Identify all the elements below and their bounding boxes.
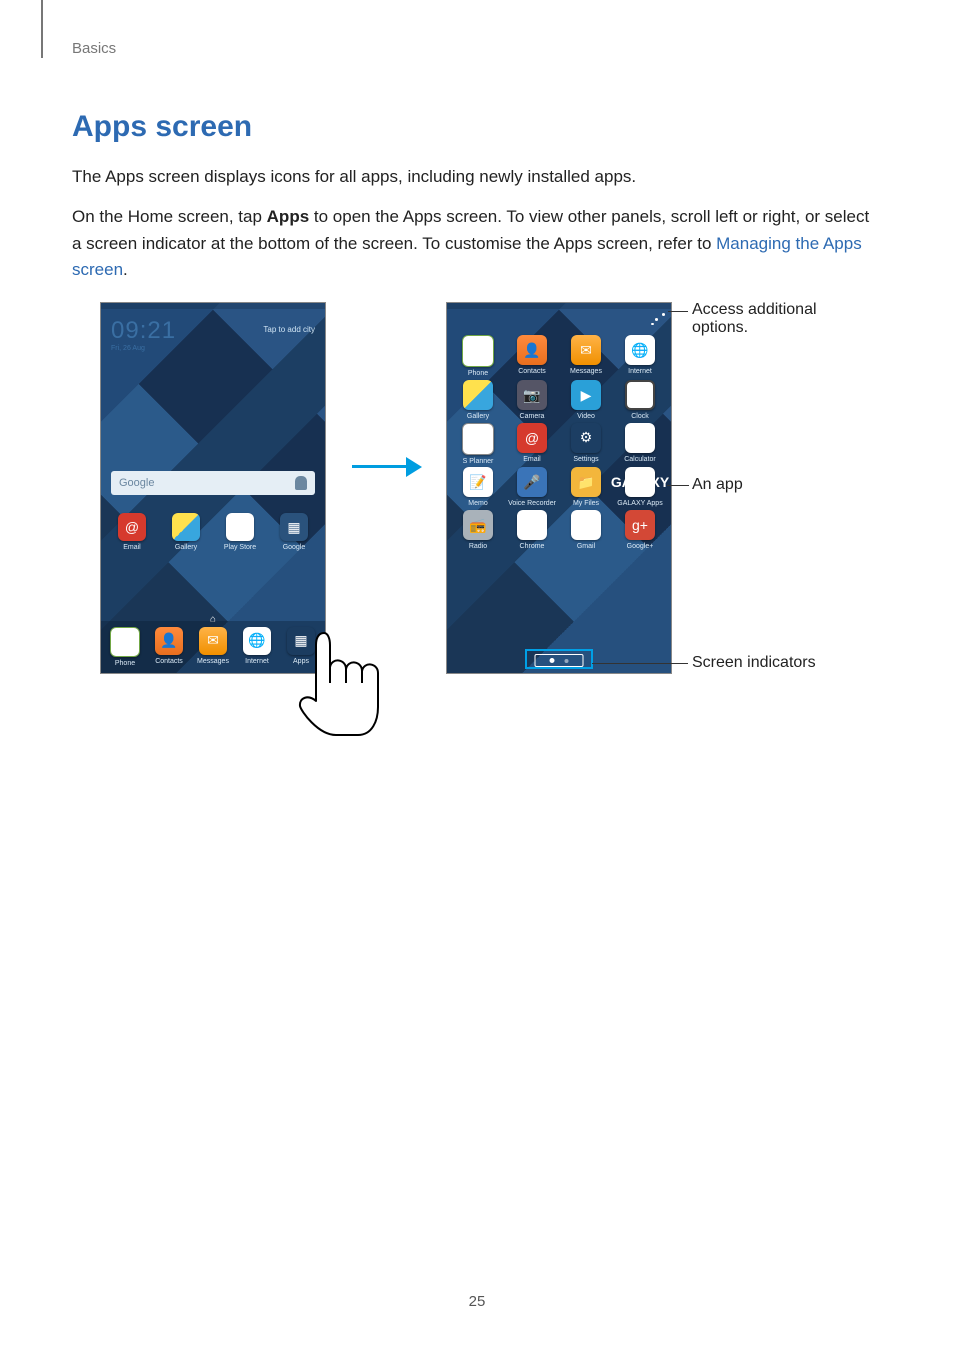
app-gmail[interactable]: ⓂGmail xyxy=(559,510,613,551)
app-gallery[interactable]: Gallery xyxy=(166,513,206,552)
home-app-row: @Email Gallery ▶Play Store ▦Google xyxy=(101,495,325,556)
app-camera[interactable]: 📷Camera xyxy=(505,380,559,421)
calculator-icon: +−×÷ xyxy=(625,423,655,453)
screen-indicators[interactable] xyxy=(535,654,584,667)
app-my-files[interactable]: 📁My Files xyxy=(559,467,613,508)
p2-pre: On the Home screen, tap xyxy=(72,207,267,226)
email-icon: @ xyxy=(118,513,146,541)
callout-line xyxy=(667,485,689,486)
app-chrome[interactable]: ◉Chrome xyxy=(505,510,559,551)
clock-widget: 09:21 Fri, 26 Aug Tap to add city xyxy=(101,309,325,381)
callout-options: Access additional options. xyxy=(692,301,872,337)
page-number: 25 xyxy=(0,1293,954,1310)
email-icon: @ xyxy=(517,423,547,453)
memo-icon: 📝 xyxy=(463,467,493,497)
callout-an-app: An app xyxy=(692,476,743,494)
app-settings[interactable]: ⚙Settings xyxy=(559,423,613,466)
files-icon: 📁 xyxy=(571,467,601,497)
google-plus-icon: g+ xyxy=(625,510,655,540)
app-google-plus[interactable]: g+Google+ xyxy=(613,510,667,551)
clock-date: Fri, 26 Aug xyxy=(111,345,176,352)
clock-time: 09:21 xyxy=(111,317,176,345)
dock-messages[interactable]: ✉Messages xyxy=(193,627,233,668)
callout-line xyxy=(668,311,688,312)
home-dock: ✆Phone 👤Contacts ✉Messages 🌐Internet ▦Ap… xyxy=(101,621,325,674)
app-internet[interactable]: 🌐Internet xyxy=(613,335,667,378)
transition-arrow xyxy=(352,457,422,477)
google-folder-icon: ▦ xyxy=(280,513,308,541)
settings-icon: ⚙ xyxy=(571,423,601,453)
callout-indicators: Screen indicators xyxy=(692,654,816,672)
apps-top-bar xyxy=(447,309,671,329)
phone-icon: ✆ xyxy=(110,627,140,657)
internet-icon: 🌐 xyxy=(243,627,271,655)
camera-icon: 📷 xyxy=(517,380,547,410)
app-radio[interactable]: 📻Radio xyxy=(451,510,505,551)
header-section-label: Basics xyxy=(72,40,116,57)
phone-icon: ✆ xyxy=(462,335,494,367)
paragraph-2: On the Home screen, tap Apps to open the… xyxy=(72,204,882,283)
app-play-store[interactable]: ▶Play Store xyxy=(220,513,260,552)
p2-bold: Apps xyxy=(267,207,310,226)
messages-icon: ✉ xyxy=(199,627,227,655)
dock-contacts[interactable]: 👤Contacts xyxy=(149,627,189,668)
contacts-icon: 👤 xyxy=(155,627,183,655)
messages-icon: ✉ xyxy=(571,335,601,365)
gmail-icon: Ⓜ xyxy=(571,510,601,540)
radio-icon: 📻 xyxy=(463,510,493,540)
apps-grid: ✆Phone 👤Contacts ✉Messages 🌐Internet Gal… xyxy=(447,329,671,550)
callout-line xyxy=(592,663,688,664)
app-email[interactable]: @Email xyxy=(112,513,152,552)
gallery-icon xyxy=(172,513,200,541)
tap-to-add-city: Tap to add city xyxy=(263,325,315,334)
mic-icon xyxy=(295,476,307,490)
more-options-icon[interactable] xyxy=(649,313,665,325)
indicator-dot-active xyxy=(550,658,555,663)
internet-icon: 🌐 xyxy=(625,335,655,365)
page-title: Apps screen xyxy=(72,110,882,144)
figure: 09:21 Fri, 26 Aug Tap to add city Google… xyxy=(72,297,872,747)
app-clock[interactable]: ✕Clock xyxy=(613,380,667,421)
app-voice-recorder[interactable]: 🎤Voice Recorder xyxy=(505,467,559,508)
app-phone[interactable]: ✆Phone xyxy=(451,335,505,378)
calendar-icon: 31 xyxy=(462,423,494,455)
app-calculator[interactable]: +−×÷Calculator xyxy=(613,423,667,466)
clock-icon: ✕ xyxy=(625,380,655,410)
play-store-icon: ▶ xyxy=(226,513,254,541)
gallery-icon xyxy=(463,380,493,410)
dock-internet[interactable]: 🌐Internet xyxy=(237,627,277,668)
app-gallery[interactable]: Gallery xyxy=(451,380,505,421)
app-contacts[interactable]: 👤Contacts xyxy=(505,335,559,378)
hand-pointer-icon xyxy=(296,629,386,739)
contacts-icon: 👤 xyxy=(517,335,547,365)
app-s-planner[interactable]: 31S Planner xyxy=(451,423,505,466)
indicator-dot xyxy=(565,659,569,663)
app-google-folder[interactable]: ▦Google xyxy=(274,513,314,552)
app-video[interactable]: ▶Video xyxy=(559,380,613,421)
google-label: Google xyxy=(119,477,154,489)
app-galaxy-apps[interactable]: GALAXYGALAXY Apps xyxy=(613,467,667,508)
app-messages[interactable]: ✉Messages xyxy=(559,335,613,378)
apps-screen: ✆Phone 👤Contacts ✉Messages 🌐Internet Gal… xyxy=(446,302,672,674)
chrome-icon: ◉ xyxy=(517,510,547,540)
p2-post: . xyxy=(123,260,128,279)
dock-phone[interactable]: ✆Phone xyxy=(105,627,145,668)
paragraph-1: The Apps screen displays icons for all a… xyxy=(72,164,882,190)
app-memo[interactable]: 📝Memo xyxy=(451,467,505,508)
app-email[interactable]: @Email xyxy=(505,423,559,466)
google-search-bar[interactable]: Google xyxy=(111,471,315,495)
voice-recorder-icon: 🎤 xyxy=(517,467,547,497)
header-rule xyxy=(41,0,43,58)
video-icon: ▶ xyxy=(571,380,601,410)
home-screen: 09:21 Fri, 26 Aug Tap to add city Google… xyxy=(100,302,326,674)
galaxy-apps-icon: GALAXY xyxy=(625,467,655,497)
